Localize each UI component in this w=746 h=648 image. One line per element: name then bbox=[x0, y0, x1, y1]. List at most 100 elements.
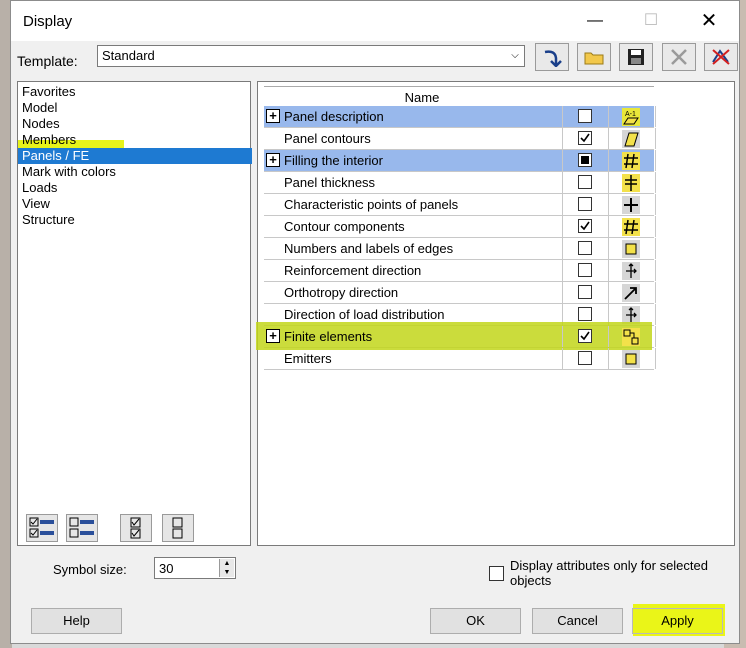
row-label: Characteristic points of panels bbox=[284, 197, 459, 212]
apply-template-button[interactable] bbox=[535, 43, 569, 71]
row-checkbox[interactable] bbox=[578, 285, 592, 299]
grid-row[interactable]: + Filling the interior bbox=[264, 150, 656, 172]
checklist-icon bbox=[29, 517, 54, 538]
label-icon: A-1 bbox=[622, 108, 640, 126]
row-label: Panel thickness bbox=[284, 175, 376, 190]
title-bar: Display — ☐ ✕ bbox=[11, 1, 739, 41]
maximize-button[interactable]: ☐ bbox=[628, 7, 674, 35]
checkbox-cell bbox=[562, 216, 609, 237]
template-select[interactable]: Standard ⌵ bbox=[97, 45, 525, 67]
grid-row[interactable]: Numbers and labels of edges bbox=[264, 238, 656, 260]
row-label: Panel description bbox=[284, 109, 384, 124]
checkbox-cell bbox=[562, 128, 609, 149]
uncheck-all-button[interactable] bbox=[162, 514, 194, 542]
row-checkbox[interactable] bbox=[578, 263, 592, 277]
grid-row[interactable]: + Finite elements bbox=[256, 322, 656, 350]
row-checkbox[interactable] bbox=[578, 153, 592, 167]
symbol-size-value: 30 bbox=[159, 561, 174, 576]
template-label: Template: bbox=[17, 53, 78, 69]
close-button[interactable]: ✕ bbox=[686, 7, 732, 35]
expand-icon[interactable]: + bbox=[266, 153, 280, 167]
display-attributes-checkbox[interactable] bbox=[489, 566, 504, 581]
checkbox-cell bbox=[562, 150, 609, 171]
row-label: Orthotropy direction bbox=[284, 285, 399, 300]
checkbox-cell bbox=[562, 282, 609, 303]
tree-item-panels-fe[interactable]: Panels / FE bbox=[18, 148, 252, 164]
tree-item-model[interactable]: Model bbox=[21, 100, 57, 116]
list-icon bbox=[69, 517, 94, 538]
row-label: Panel contours bbox=[284, 131, 371, 146]
icon-cell bbox=[608, 348, 656, 369]
row-checkbox[interactable] bbox=[578, 329, 592, 343]
help-button[interactable]: Help bbox=[31, 608, 122, 634]
symbol-size-input[interactable]: 30 ▲ ▼ bbox=[154, 557, 236, 579]
open-template-button[interactable] bbox=[577, 43, 611, 71]
row-label: Reinforcement direction bbox=[284, 263, 422, 278]
grid-row[interactable]: Panel contours bbox=[264, 128, 656, 150]
cancel-delete-button[interactable] bbox=[704, 43, 738, 71]
tree-item-members[interactable]: Members bbox=[21, 132, 76, 148]
icon-cell bbox=[608, 172, 656, 193]
window-title: Display bbox=[23, 13, 73, 30]
tree-item-mark-with-colors[interactable]: Mark with colors bbox=[21, 164, 116, 180]
icon-cell: A-1 bbox=[608, 106, 656, 127]
select-all-checked-button[interactable] bbox=[26, 514, 58, 542]
template-value: Standard bbox=[102, 48, 155, 63]
checkbox-cell bbox=[562, 172, 609, 193]
icon-cell bbox=[608, 194, 656, 215]
spin-up-icon[interactable]: ▲ bbox=[220, 559, 234, 568]
ok-button[interactable]: OK bbox=[430, 608, 521, 634]
tree-item-nodes[interactable]: Nodes bbox=[21, 116, 60, 132]
row-checkbox[interactable] bbox=[578, 351, 592, 365]
checkbox-cell bbox=[562, 238, 609, 259]
grid-row[interactable]: Characteristic points of panels bbox=[264, 194, 656, 216]
tree-item-view[interactable]: View bbox=[21, 196, 50, 212]
check-all-button[interactable] bbox=[120, 514, 152, 542]
row-checkbox[interactable] bbox=[578, 175, 592, 189]
icon-cell bbox=[608, 326, 656, 347]
row-checkbox[interactable] bbox=[578, 241, 592, 255]
spin-down-icon[interactable]: ▼ bbox=[220, 568, 234, 577]
fe-icon bbox=[622, 328, 640, 346]
icon-cell bbox=[608, 238, 656, 259]
checkbox-cell bbox=[562, 194, 609, 215]
minimize-button[interactable]: — bbox=[572, 7, 618, 35]
expand-icon[interactable]: + bbox=[266, 329, 280, 343]
expand-icon[interactable]: + bbox=[266, 109, 280, 123]
grid-row[interactable]: Panel thickness bbox=[264, 172, 656, 194]
thickness-icon bbox=[622, 174, 640, 192]
row-checkbox[interactable] bbox=[578, 109, 592, 123]
check-all-icon bbox=[130, 517, 141, 539]
delete-template-button[interactable] bbox=[662, 43, 696, 71]
grid-row[interactable]: Orthotropy direction bbox=[264, 282, 656, 304]
grid-row[interactable]: Reinforcement direction bbox=[264, 260, 656, 282]
icon-cell bbox=[608, 260, 656, 281]
grid-row[interactable]: + Panel description A-1 bbox=[264, 106, 656, 128]
cancel-button[interactable]: Cancel bbox=[532, 608, 623, 634]
row-checkbox[interactable] bbox=[578, 131, 592, 145]
attribute-grid-panel: Name + Panel description A-1 Panel contours… bbox=[256, 81, 735, 546]
name-column-header: Name bbox=[404, 90, 440, 105]
icon-cell bbox=[608, 216, 656, 237]
select-all-unchecked-button[interactable] bbox=[66, 514, 98, 542]
tree-item-structure[interactable]: Structure bbox=[21, 212, 75, 228]
grid-row[interactable]: Emitters bbox=[264, 348, 656, 370]
display-attributes-label: Display attributes only for selected obj… bbox=[510, 558, 708, 588]
square-icon bbox=[622, 240, 640, 258]
row-checkbox[interactable] bbox=[578, 219, 592, 233]
save-template-button[interactable] bbox=[619, 43, 653, 71]
apply-button[interactable]: Apply bbox=[632, 608, 723, 634]
hash-icon bbox=[622, 218, 640, 236]
row-label: Numbers and labels of edges bbox=[284, 241, 454, 256]
tree-item-favorites[interactable]: Favorites bbox=[21, 84, 75, 100]
svg-text:A-1: A-1 bbox=[625, 111, 636, 118]
row-label: Finite elements bbox=[284, 329, 373, 344]
row-checkbox[interactable] bbox=[578, 197, 592, 211]
icon-cell bbox=[608, 150, 656, 171]
grid-row[interactable]: Contour components bbox=[264, 216, 656, 238]
row-checkbox[interactable] bbox=[578, 307, 592, 321]
tree-item-loads[interactable]: Loads bbox=[21, 180, 57, 196]
contour-icon bbox=[622, 130, 640, 148]
square-icon bbox=[622, 350, 640, 368]
chevron-down-icon[interactable]: ⌵ bbox=[508, 47, 522, 65]
